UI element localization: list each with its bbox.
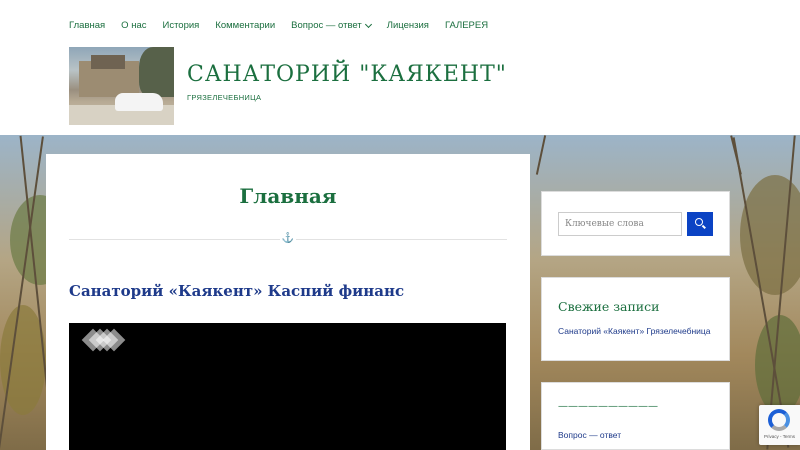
anchor-icon: ⚓ [280,232,296,246]
faq-widget: —————————— Вопрос — ответ [541,382,730,450]
main-navigation: Главная О нас История Комментарии Вопрос… [0,0,800,52]
nav-item-about[interactable]: О нас [121,20,146,31]
nav-item-home[interactable]: Главная [69,20,105,31]
widget-title: —————————— [558,401,658,412]
main-content: Главная ⚓ Санаторий «Каякент» Каспий фин… [46,154,530,450]
site-description: ГРЯЗЕЛЕЧЕБНИЦА [187,93,262,102]
nav-item-faq[interactable]: Вопрос — ответ [291,20,372,31]
nav-item-comments[interactable]: Комментарии [215,20,275,31]
nav-item-gallery[interactable]: ГАЛЕРЕЯ [445,20,488,31]
video-player[interactable] [69,323,506,450]
faq-link[interactable]: Вопрос — ответ [558,430,621,440]
widget-title: Свежие записи [558,299,660,314]
search-button[interactable] [687,212,713,236]
site-title[interactable]: САНАТОРИЙ "КАЯКЕНТ" [187,62,507,87]
recaptcha-terms[interactable]: Privacy - Terms [759,434,800,439]
nav-item-license[interactable]: Лицензия [387,20,429,31]
nav-menu: Главная О нас История Комментарии Вопрос… [69,20,504,31]
recent-post-link[interactable]: Санаторий «Каякент» Грязелечебница [558,326,711,336]
recaptcha-icon [768,409,790,431]
search-widget: Ключевые слова [541,191,730,256]
recaptcha-badge[interactable]: Privacy - Terms [759,405,800,445]
post-title[interactable]: Санаторий «Каякент» Каспий финанс [69,282,404,300]
chevron-down-icon [364,20,372,28]
nav-item-history[interactable]: История [162,20,199,31]
search-input[interactable]: Ключевые слова [558,212,682,236]
site-logo[interactable] [69,47,174,125]
page-title: Главная [239,184,337,208]
recent-posts-widget: Свежие записи Санаторий «Каякент» Грязел… [541,277,730,361]
